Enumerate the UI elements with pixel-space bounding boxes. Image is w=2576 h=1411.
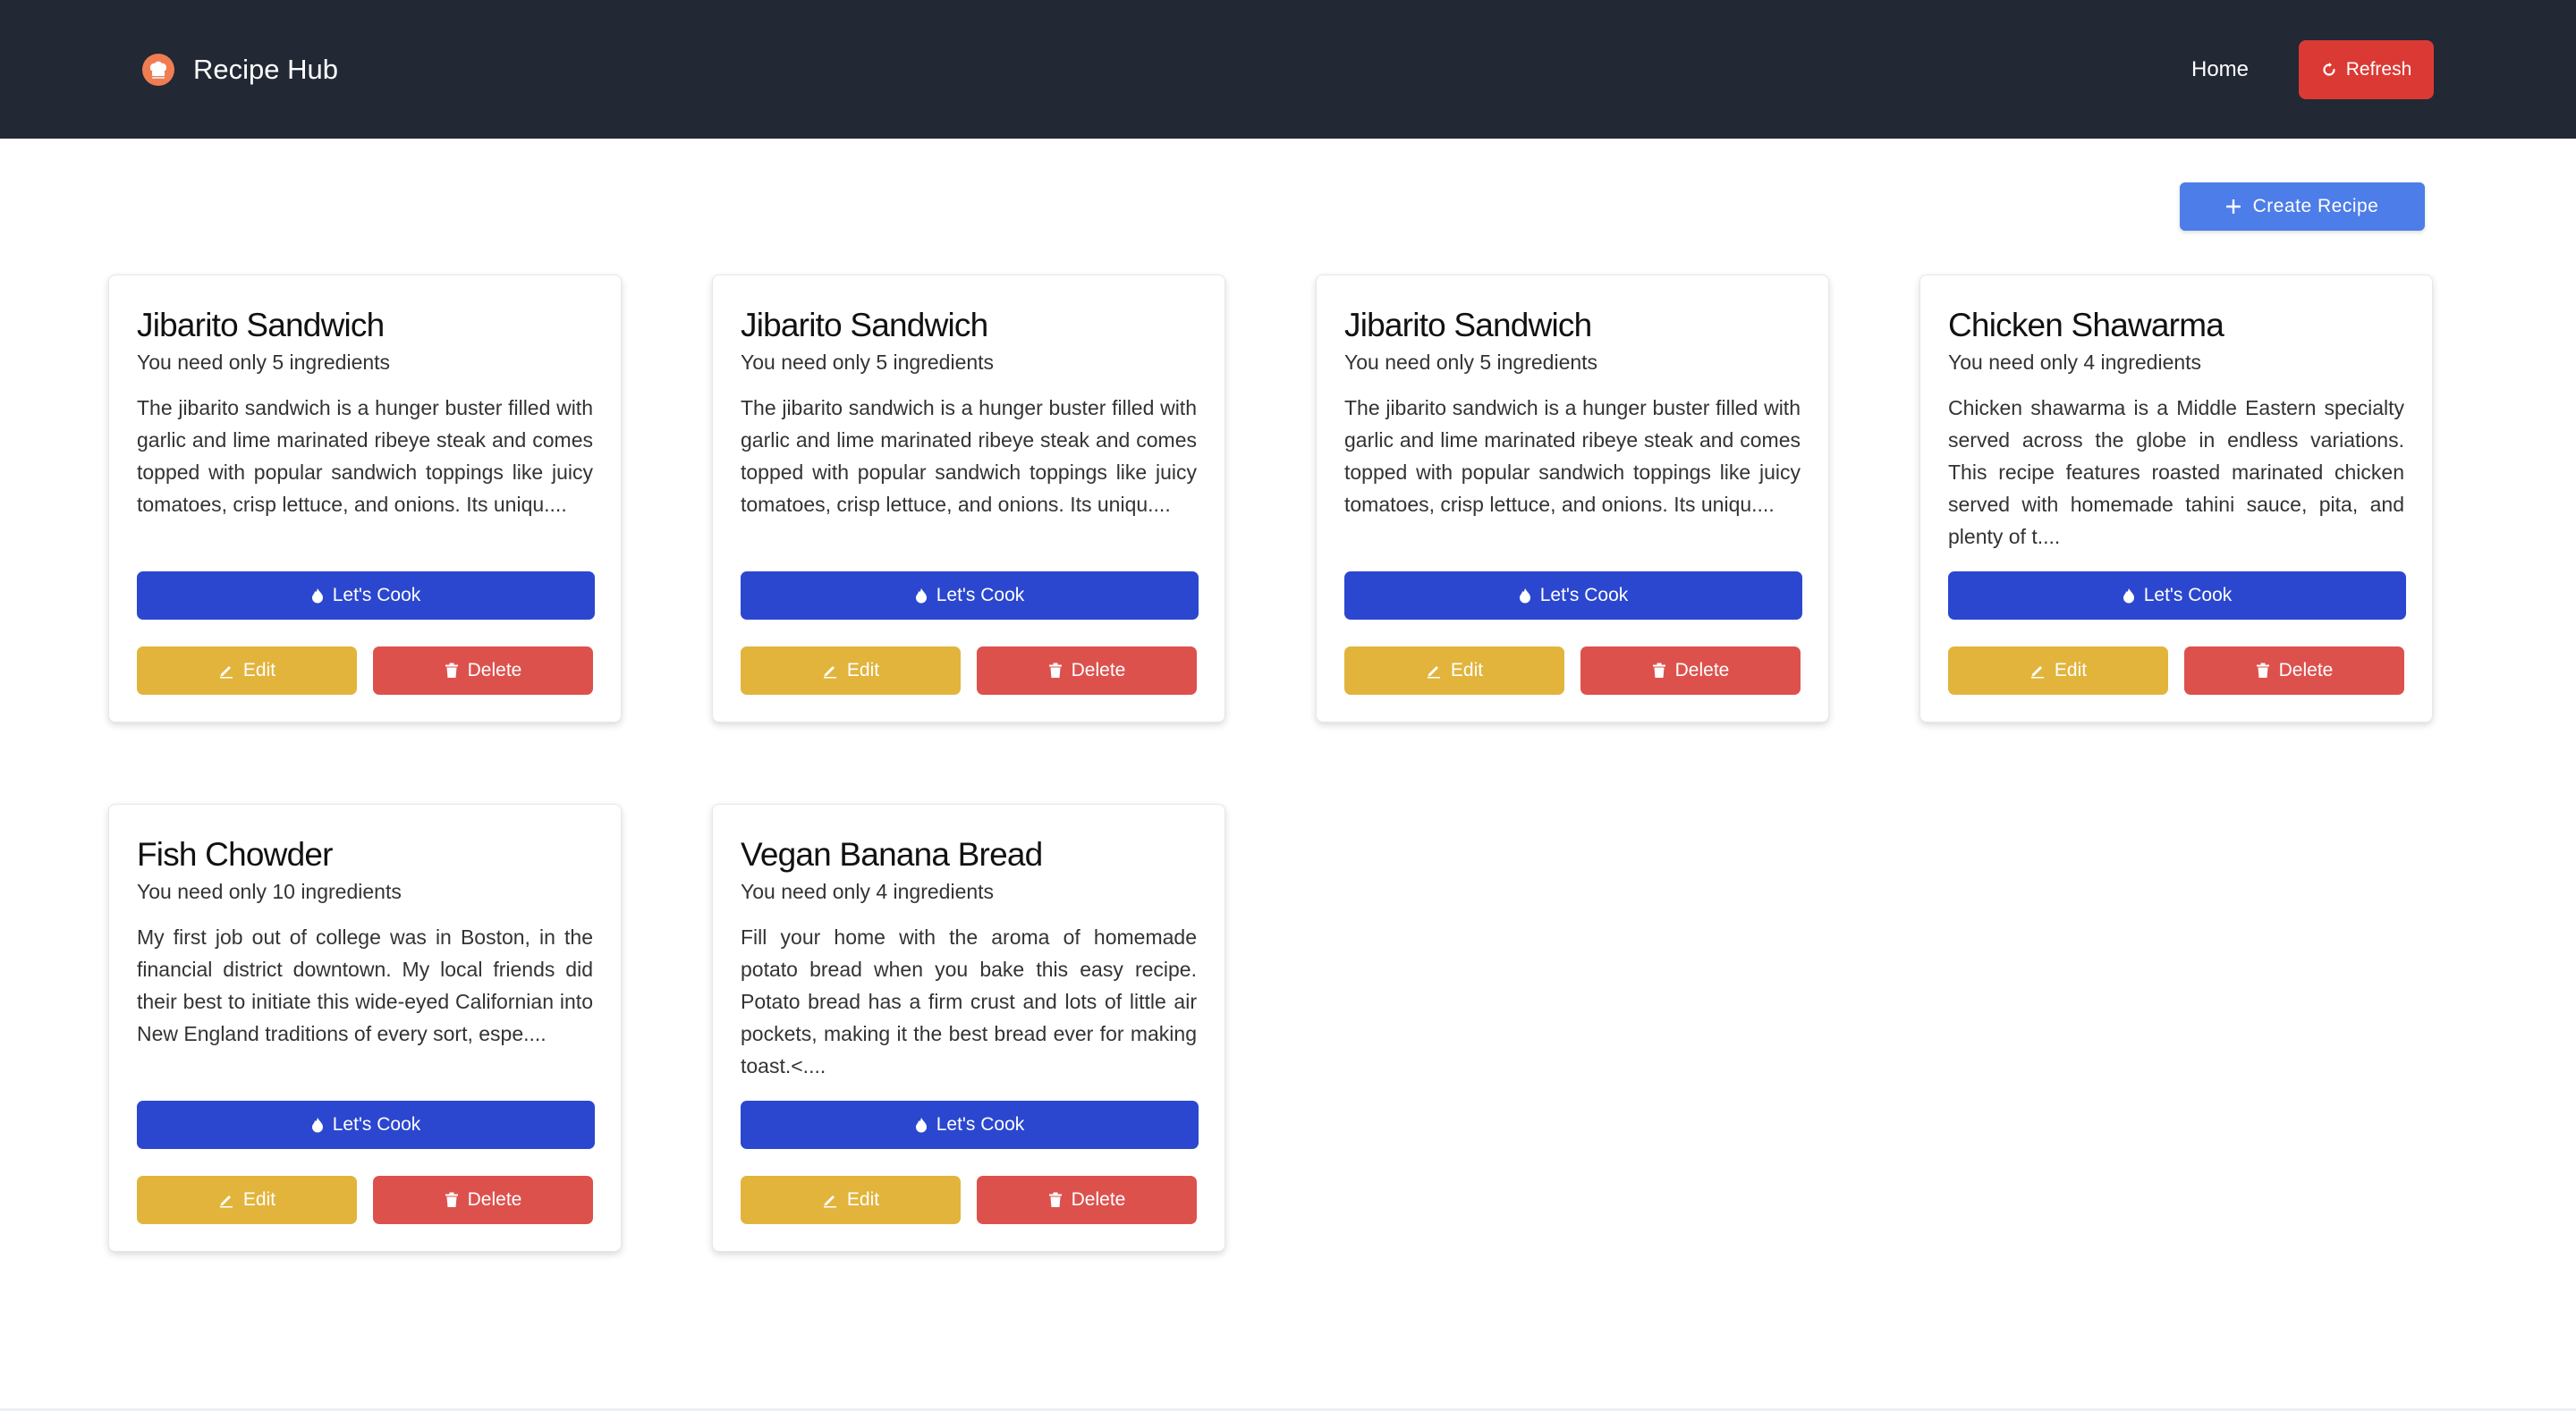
delete-label: Delete (1071, 1189, 1126, 1210)
lets-cook-button[interactable]: Let's Cook (1344, 571, 1802, 620)
edit-label: Edit (2054, 660, 2088, 680)
edit-label: Edit (1450, 660, 1484, 680)
lets-cook-button[interactable]: Let's Cook (741, 1101, 1199, 1149)
recipe-card: Fish Chowder You need only 10 ingredient… (108, 804, 622, 1252)
flame-icon (1519, 587, 1531, 604)
plus-icon (2225, 199, 2241, 214)
recipe-description: The jibarito sandwich is a hunger buster… (1344, 396, 1801, 516)
pencil-icon (218, 1192, 234, 1208)
delete-button[interactable]: Delete (2184, 646, 2404, 695)
delete-label: Delete (2278, 660, 2334, 680)
brand[interactable]: Recipe Hub (141, 50, 338, 89)
edit-button[interactable]: Edit (741, 646, 961, 695)
delete-button[interactable]: Delete (373, 1176, 593, 1224)
edit-label: Edit (242, 660, 276, 680)
card-actions: Edit Delete (1948, 646, 2404, 695)
recipe-title: Jibarito Sandwich (741, 307, 988, 343)
recipe-card: Vegan Banana Bread You need only 4 ingre… (712, 804, 1225, 1252)
card-actions: Edit Delete (137, 1176, 593, 1224)
pencil-icon (822, 1192, 838, 1208)
lets-cook-label: Let's Cook (332, 1114, 421, 1135)
refresh-label: Refresh (2345, 59, 2412, 80)
lets-cook-label: Let's Cook (1539, 585, 1629, 605)
recipe-card: Jibarito Sandwich You need only 5 ingred… (108, 275, 622, 722)
edit-button[interactable]: Edit (1948, 646, 2168, 695)
trash-icon (1048, 663, 1063, 679)
recipe-title: Chicken Shawarma (1948, 307, 2224, 343)
trash-icon (1652, 663, 1666, 679)
lets-cook-label: Let's Cook (936, 1114, 1025, 1135)
recipe-card: Jibarito Sandwich You need only 5 ingred… (1316, 275, 1829, 722)
lets-cook-button[interactable]: Let's Cook (741, 571, 1199, 620)
recipe-description: The jibarito sandwich is a hunger buster… (741, 396, 1197, 516)
delete-button[interactable]: Delete (373, 646, 593, 695)
trash-icon (1048, 1192, 1063, 1208)
refresh-button[interactable]: Refresh (2299, 40, 2434, 99)
edit-button[interactable]: Edit (741, 1176, 961, 1224)
refresh-icon (2321, 62, 2337, 78)
recipe-ingredients-count: You need only 5 ingredients (137, 351, 391, 374)
card-actions: Edit Delete (137, 646, 593, 695)
card-actions: Edit Delete (741, 646, 1197, 695)
recipe-description: Fill your home with the aroma of homemad… (741, 925, 1197, 1077)
delete-label: Delete (467, 660, 522, 680)
nav-home-link[interactable]: Home (2191, 54, 2249, 86)
flame-icon (915, 587, 928, 604)
trash-icon (445, 663, 459, 679)
chef-hat-icon (141, 53, 175, 87)
recipe-title: Vegan Banana Bread (741, 836, 1043, 873)
trash-icon (2256, 663, 2270, 679)
recipe-card: Chicken Shawarma You need only 4 ingredi… (1919, 275, 2433, 722)
recipe-description: My first job out of college was in Bosto… (137, 925, 593, 1045)
recipe-description: The jibarito sandwich is a hunger buster… (137, 396, 593, 516)
recipe-title: Jibarito Sandwich (137, 307, 385, 343)
edit-button[interactable]: Edit (137, 1176, 357, 1224)
delete-button[interactable]: Delete (977, 1176, 1197, 1224)
recipe-ingredients-count: You need only 5 ingredients (1344, 351, 1598, 374)
recipe-description: Chicken shawarma is a Middle Eastern spe… (1948, 396, 2404, 548)
pencil-icon (1426, 663, 1442, 679)
edit-label: Edit (242, 1189, 276, 1210)
flame-icon (311, 1117, 324, 1133)
recipe-ingredients-count: You need only 4 ingredients (1948, 351, 2202, 374)
recipe-card: Jibarito Sandwich You need only 5 ingred… (712, 275, 1225, 722)
navbar: Recipe Hub Home Refresh (0, 0, 2576, 139)
brand-name: Recipe Hub (193, 54, 338, 85)
create-recipe-button[interactable]: Create Recipe (2180, 182, 2425, 231)
lets-cook-label: Let's Cook (936, 585, 1025, 605)
lets-cook-label: Let's Cook (332, 585, 421, 605)
card-actions: Edit Delete (741, 1176, 1197, 1224)
recipe-ingredients-count: You need only 4 ingredients (741, 880, 995, 903)
flame-icon (311, 587, 324, 604)
card-actions: Edit Delete (1344, 646, 1801, 695)
recipe-ingredients-count: You need only 5 ingredients (741, 351, 995, 374)
edit-label: Edit (846, 660, 880, 680)
flame-icon (915, 1117, 928, 1133)
delete-button[interactable]: Delete (977, 646, 1197, 695)
delete-label: Delete (467, 1189, 522, 1210)
delete-button[interactable]: Delete (1580, 646, 1801, 695)
trash-icon (445, 1192, 459, 1208)
create-recipe-label: Create Recipe (2252, 196, 2379, 216)
recipe-ingredients-count: You need only 10 ingredients (137, 880, 402, 903)
lets-cook-button[interactable]: Let's Cook (137, 1101, 595, 1149)
pencil-icon (218, 663, 234, 679)
edit-button[interactable]: Edit (1344, 646, 1564, 695)
recipe-title: Jibarito Sandwich (1344, 307, 1592, 343)
edit-label: Edit (846, 1189, 880, 1210)
edit-button[interactable]: Edit (137, 646, 357, 695)
lets-cook-button[interactable]: Let's Cook (1948, 571, 2406, 620)
delete-label: Delete (1674, 660, 1730, 680)
pencil-icon (822, 663, 838, 679)
flame-icon (2123, 587, 2135, 604)
delete-label: Delete (1071, 660, 1126, 680)
lets-cook-label: Let's Cook (2143, 585, 2233, 605)
lets-cook-button[interactable]: Let's Cook (137, 571, 595, 620)
pencil-icon (2029, 663, 2046, 679)
recipe-title: Fish Chowder (137, 836, 333, 873)
